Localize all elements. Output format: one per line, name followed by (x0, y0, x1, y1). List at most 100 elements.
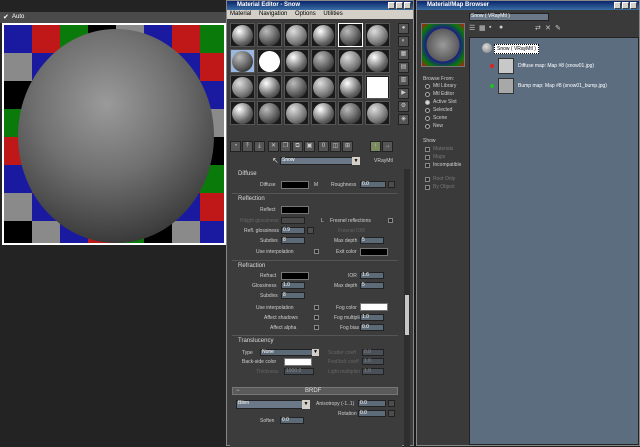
assign-to-selection-icon[interactable]: ⤓ (254, 141, 265, 152)
browser-tree-view[interactable]: Snow ( VRayMtl ) Diffuse map: Map #8 (sn… (469, 37, 639, 445)
browse-from-radio[interactable] (425, 116, 430, 121)
roughness-input[interactable]: 0.0 (360, 181, 386, 188)
sample-slot[interactable] (230, 23, 255, 47)
update-scene-icon[interactable]: ⇄ (535, 24, 541, 32)
sample-slot[interactable] (284, 23, 309, 47)
make-preview-icon[interactable]: ▶ (398, 88, 409, 99)
scatter-coeff-input[interactable]: 0.0 (362, 349, 384, 356)
check-icon[interactable]: ✔ (3, 13, 9, 21)
sample-slot[interactable] (230, 101, 255, 125)
brdf-type-select[interactable]: Blinn (236, 400, 304, 409)
menu-utilities[interactable]: Utilities (323, 10, 342, 19)
refraction-use-interpolation-checkbox[interactable] (314, 305, 319, 310)
view-icons-icon[interactable]: ▦ (479, 24, 486, 32)
refraction-glossiness-input[interactable]: 1.0 (281, 282, 305, 289)
diffuse-color-swatch[interactable] (281, 181, 309, 189)
backside-color-swatch[interactable] (284, 358, 312, 366)
clear-icon[interactable]: ✎ (555, 24, 561, 32)
browse-from-radio[interactable] (425, 92, 430, 97)
sample-slot[interactable] (257, 75, 282, 99)
sample-slot[interactable] (311, 23, 336, 47)
menu-navigation[interactable]: Navigation (259, 10, 287, 19)
get-material-icon[interactable]: ◔ (230, 141, 241, 152)
browse-from-radio[interactable] (425, 84, 430, 89)
scrollbar-thumb[interactable] (405, 295, 409, 335)
sample-slot[interactable] (284, 75, 309, 99)
menu-options[interactable]: Options (295, 10, 316, 19)
auto-label[interactable]: Auto (12, 14, 24, 20)
material-type-button[interactable]: VRayMtl (374, 158, 393, 164)
show-maps-checkbox[interactable] (425, 155, 430, 160)
copy-material-icon[interactable]: ❐ (280, 141, 291, 152)
by-object-checkbox[interactable] (425, 185, 430, 190)
delete-icon[interactable]: ✕ (545, 24, 551, 32)
rotation-map[interactable] (388, 410, 395, 417)
ior-input[interactable]: 1.6 (360, 272, 384, 279)
browser-search-input[interactable]: Snow ( VRayMtl ) (469, 13, 549, 21)
reflection-max-depth-input[interactable]: 5 (360, 237, 384, 244)
sample-slot[interactable] (284, 101, 309, 125)
sample-slot[interactable] (230, 49, 255, 73)
menu-material[interactable]: Material (230, 10, 251, 19)
browser-maximize-button[interactable] (622, 2, 629, 9)
browse-from-radio[interactable] (425, 124, 430, 129)
brdf-type-dropdown[interactable]: ▼ (302, 400, 310, 409)
select-by-material-icon[interactable]: ◈ (398, 114, 409, 125)
refraction-subdivs-input[interactable]: 8 (281, 292, 305, 299)
browse-from-radio[interactable] (425, 100, 430, 105)
affect-shadows-checkbox[interactable] (314, 315, 319, 320)
browser-close-button[interactable] (630, 2, 637, 9)
roughness-map-button[interactable] (388, 181, 395, 188)
material-name-input[interactable]: Snow (280, 157, 358, 165)
sample-slot[interactable] (365, 101, 390, 125)
sample-slot[interactable] (338, 75, 363, 99)
refl-glossiness-input[interactable]: 0.9 (281, 227, 305, 234)
fresnel-checkbox[interactable] (388, 218, 393, 223)
options-icon[interactable]: ⚙ (398, 101, 409, 112)
thickness-input[interactable]: 1000.0 (284, 368, 314, 375)
rollout-scrollbar[interactable] (404, 169, 410, 447)
sample-slot[interactable] (257, 101, 282, 125)
sample-slot[interactable] (338, 23, 363, 47)
tree-item-bump[interactable]: Bump map: Map #8 (snow01_bump.jpg) (490, 78, 640, 96)
close-button[interactable] (404, 2, 411, 9)
pick-material-icon[interactable]: ↖ (272, 156, 279, 165)
translucency-type-select[interactable]: None (260, 349, 314, 356)
sample-slot[interactable] (311, 75, 336, 99)
tree-item-diffuse[interactable]: Diffuse map: Map #8 (snow01.jpg) (490, 58, 640, 76)
view-list-icon[interactable]: ☰ (469, 24, 475, 32)
affect-alpha-checkbox[interactable] (314, 325, 319, 330)
video-color-check-icon[interactable]: ▥ (398, 75, 409, 86)
view-small-icon[interactable]: ▪ (489, 24, 491, 31)
put-to-library-icon[interactable]: ▣ (304, 141, 315, 152)
tree-root-item[interactable]: Snow ( VRayMtl ) (482, 42, 622, 54)
reset-map-icon[interactable]: ✕ (268, 141, 279, 152)
anisotropy-map[interactable] (388, 400, 395, 407)
sample-slot[interactable] (338, 101, 363, 125)
brdf-rollout-bar[interactable]: − BRDF (232, 387, 398, 395)
soften-input[interactable]: 0.0 (280, 417, 304, 424)
show-incompatible-checkbox[interactable] (425, 163, 430, 168)
sample-slot[interactable] (365, 23, 390, 47)
fog-bias-input[interactable]: 0.0 (360, 324, 384, 331)
light-multiplier-input[interactable]: 1.0 (362, 368, 384, 375)
reflect-color-swatch[interactable] (281, 206, 309, 214)
fog-multiplier-input[interactable]: 1.0 (360, 314, 384, 321)
browse-from-radio[interactable] (425, 108, 430, 113)
rotation-input[interactable]: 0.0 (358, 410, 386, 417)
refl-glossiness-map[interactable] (307, 227, 314, 234)
sample-slot[interactable] (257, 49, 282, 73)
refraction-max-depth-input[interactable]: 5 (360, 282, 384, 289)
sample-slot[interactable] (311, 101, 336, 125)
sample-slot[interactable] (365, 75, 390, 99)
put-to-scene-icon[interactable]: ⤒ (242, 141, 253, 152)
show-map-icon[interactable]: ◫ (330, 141, 341, 152)
hilight-glossiness-input[interactable] (281, 217, 305, 224)
maximize-button[interactable] (396, 2, 403, 9)
anisotropy-input[interactable]: 0.0 (358, 400, 386, 407)
material-name-dropdown[interactable]: ▼ (352, 157, 360, 165)
background-icon[interactable]: ▦ (398, 49, 409, 60)
material-id-icon[interactable]: 0 (318, 141, 329, 152)
exit-color-swatch[interactable] (360, 248, 388, 256)
show-end-result-icon[interactable]: ⊞ (342, 141, 353, 152)
